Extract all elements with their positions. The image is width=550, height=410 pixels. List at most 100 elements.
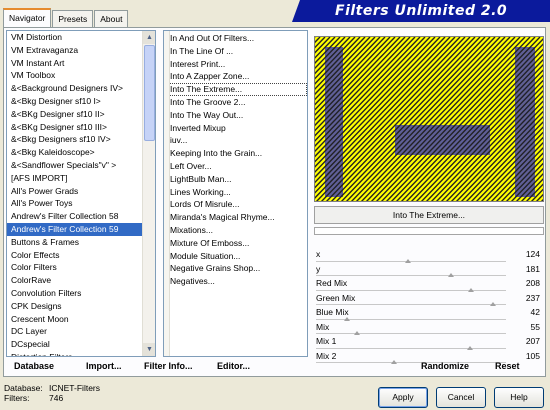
reset-button[interactable]: Reset [495,361,520,371]
cancel-button[interactable]: Cancel [436,387,486,408]
scroll-down-icon[interactable]: ▼ [143,343,155,356]
filter-item[interactable]: Interest Print... [164,58,307,71]
category-item[interactable]: CPK Designs [7,300,155,313]
param-label: Mix 1 [316,336,337,346]
filter-items: In And Out Of Filters... In The Line Of .… [164,31,307,288]
category-item[interactable]: VM Distortion [7,31,155,44]
param-slider-track[interactable] [316,258,506,263]
filter-list-gutter [164,31,170,356]
category-scrollbar[interactable]: ▲ ▼ [142,31,155,356]
editor-button[interactable]: Editor... [217,361,250,371]
param-slider-track[interactable] [316,345,506,350]
category-item[interactable]: &<Bkg Designer sf10 I> [7,95,155,108]
param-row[interactable]: Blue Mix 42 [314,306,546,321]
tab-strip: Navigator Presets About [3,8,129,27]
tab-navigator[interactable]: Navigator [3,8,52,27]
filter-item[interactable]: Into The Extreme... [164,83,307,96]
category-item[interactable]: Distortion Filters [7,351,155,356]
parameter-sliders: x 124 y 181 Red Mix 208 Green Mix 237 Blue Mix 42… [314,248,546,364]
tab-about[interactable]: About [94,10,129,27]
filter-item[interactable]: Lords Of Misrule... [164,198,307,211]
filter-item[interactable]: Mixations... [164,224,307,237]
category-item[interactable]: All's Power Grads [7,185,155,198]
category-item[interactable]: Andrew's Filter Collection 59 [7,222,155,236]
category-item[interactable]: Andrew's Filter Collection 58 [7,210,155,223]
database-button[interactable]: Database [14,361,54,371]
category-list[interactable]: VM Distortion VM Extravaganza VM Instant A… [6,30,156,357]
category-item[interactable]: &<Bkg Kaleidoscope> [7,146,155,159]
status-info: Database: ICNET-Filters Filters: 746 [4,383,100,403]
filter-item[interactable]: In The Line Of ... [164,45,307,58]
progress-bar [314,227,544,235]
filter-item[interactable]: In And Out Of Filters... [164,32,307,45]
filter-item[interactable]: LightBulb Man... [164,173,307,186]
randomize-button[interactable]: Randomize [421,361,469,371]
import-button[interactable]: Import... [86,361,122,371]
category-item[interactable]: DCspecial [7,338,155,351]
filter-item[interactable]: Miranda's Magical Rhyme... [164,211,307,224]
filter-info-button[interactable]: Filter Info... [144,361,193,371]
param-row[interactable]: Red Mix 208 [314,277,546,292]
preview-render [315,37,543,201]
category-item[interactable]: Convolution Filters [7,287,155,300]
tab-presets[interactable]: Presets [52,10,94,27]
param-row[interactable]: Mix 1 207 [314,335,546,350]
param-row[interactable]: Green Mix 237 [314,292,546,306]
category-item[interactable]: &<Bkg Designers sf10 IV> [7,133,155,146]
param-row[interactable]: y 181 [314,263,546,277]
scroll-thumb[interactable] [144,45,155,141]
param-slider-track[interactable] [316,331,506,335]
filter-item[interactable]: Module Situation... [164,250,307,263]
filters-count: 746 [49,393,64,403]
param-label: Blue Mix [316,307,349,317]
scroll-up-icon[interactable]: ▲ [143,31,155,44]
filter-item[interactable]: Lines Working... [164,186,307,199]
filter-item[interactable]: Left Over... [164,160,307,173]
selected-filter-button[interactable]: Into The Extreme... [314,206,544,224]
category-item[interactable]: &<Background Designers IV> [7,82,155,95]
param-slider-track[interactable] [316,273,506,277]
category-item[interactable]: ColorRave [7,274,155,287]
category-item[interactable]: Buttons & Frames [7,236,155,249]
apply-button[interactable]: Apply [378,387,428,408]
filter-list[interactable]: In And Out Of Filters... In The Line Of .… [163,30,308,357]
param-slider-track[interactable] [316,302,506,306]
param-slider-track[interactable] [316,287,506,292]
help-button[interactable]: Help [494,387,544,408]
database-label: Database: [4,383,43,393]
filter-item[interactable]: Inverted Mixup [164,122,307,135]
category-item[interactable]: Crescent Moon [7,313,155,326]
category-item[interactable]: [AFS IMPORT] [7,172,155,185]
param-row[interactable]: x 124 [314,248,546,263]
preview-image [314,36,544,202]
category-item[interactable]: Color Filters [7,261,155,274]
category-item[interactable]: DC Layer [7,325,155,338]
category-item[interactable]: VM Instant Art [7,57,155,70]
category-item[interactable]: &<BKg Designer sf10 II> [7,108,155,121]
category-item[interactable]: VM Extravaganza [7,44,155,57]
param-value: 237 [525,292,540,303]
filter-item[interactable]: Keeping Into the Grain... [164,147,307,160]
param-slider-track[interactable] [316,316,506,321]
filter-item[interactable]: Mixture Of Emboss... [164,237,307,250]
param-label: y [316,263,321,274]
filter-item[interactable]: Negative Grains Shop... [164,262,307,275]
filter-item[interactable]: Into A Zapper Zone... [164,70,307,83]
category-item[interactable]: &<BKg Designer sf10 III> [7,121,155,134]
param-value: 124 [525,249,540,259]
param-row[interactable]: Mix 55 [314,321,546,335]
param-label: x [316,249,321,259]
filter-item[interactable]: Negatives... [164,275,307,288]
category-item[interactable]: Color Effects [7,249,155,262]
filter-item[interactable]: Into The Way Out... [164,109,307,122]
filter-item[interactable]: Into The Groove 2... [164,96,307,109]
category-item[interactable]: All's Power Toys [7,197,155,210]
param-value: 42 [530,307,540,317]
param-label: Red Mix [316,278,348,288]
param-value: 55 [530,321,540,332]
category-item[interactable]: &<Sandflower Specials"v" > [7,159,155,172]
category-item[interactable]: VM Toolbox [7,69,155,82]
param-value: 208 [525,278,540,288]
param-value: 207 [525,336,540,346]
filter-item[interactable]: iuv... [164,134,307,147]
